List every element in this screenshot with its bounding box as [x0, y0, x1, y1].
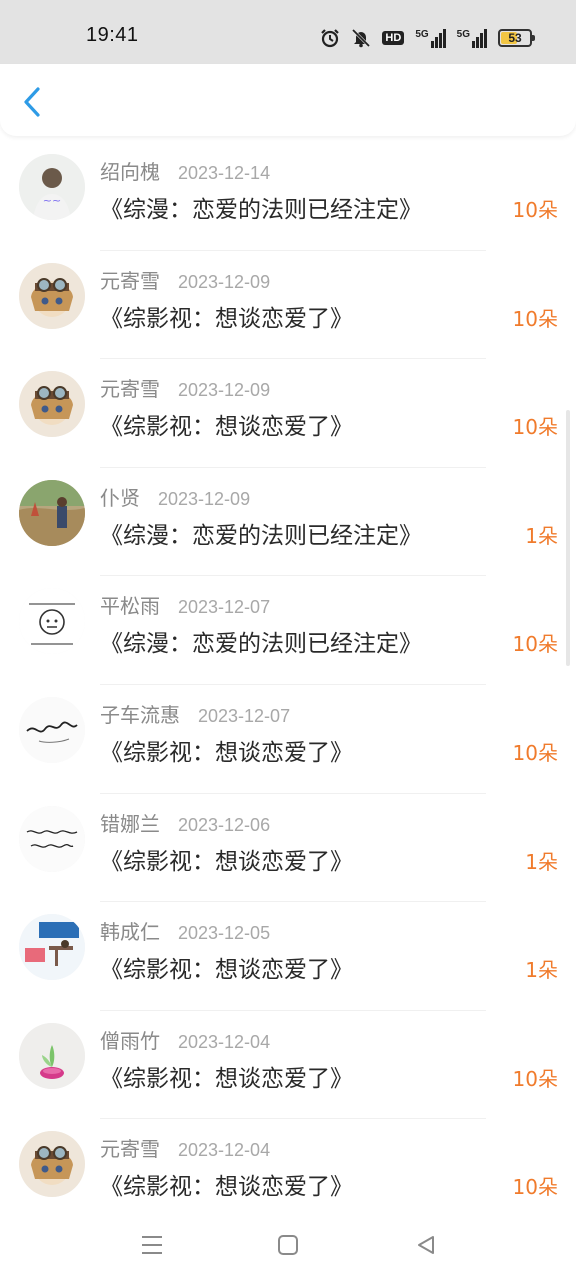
book-title[interactable]: 《综影视：想谈恋爱了》: [100, 1167, 353, 1201]
flower-count: 10朵: [512, 1175, 558, 1200]
chevron-left-icon: [24, 87, 40, 117]
book-title[interactable]: 《综漫：恋爱的法则已经注定》: [100, 190, 422, 224]
home-button[interactable]: [273, 1230, 303, 1260]
back-nav-button[interactable]: [411, 1230, 441, 1260]
status-time: 19:41: [86, 24, 139, 46]
list-item[interactable]: 仆贤 2023-12-09 《综漫：恋爱的法则已经注定》 1朵: [0, 468, 576, 577]
list-item[interactable]: 僧雨竹 2023-12-04 《综影视：想谈恋爱了》 10朵: [0, 1011, 576, 1120]
user-name[interactable]: 元寄雪: [100, 373, 160, 402]
avatar[interactable]: [19, 479, 85, 546]
avatar[interactable]: [19, 1131, 85, 1198]
item-meta: 平松雨 2023-12-07: [100, 590, 270, 619]
item-meta: 元寄雪 2023-12-09: [100, 265, 270, 294]
signal-icon-2: 5G: [457, 28, 487, 48]
book-title[interactable]: 《综影视：想谈恋爱了》: [100, 842, 353, 876]
user-name[interactable]: 平松雨: [100, 590, 160, 619]
flower-count: 1朵: [525, 523, 558, 548]
gift-date: 2023-12-05: [178, 923, 271, 944]
menu-icon: [142, 1236, 162, 1254]
flower-count: 10朵: [512, 198, 558, 222]
alarm-icon: [320, 28, 340, 48]
user-name[interactable]: 仆贤: [100, 482, 140, 511]
status-bar: 19:41 HD 5G 5G 53: [0, 0, 576, 64]
list-item[interactable]: 平松雨 2023-12-07 《综漫：恋爱的法则已经注定》 10朵: [0, 576, 576, 685]
list-item[interactable]: 韩成仁 2023-12-05 《综影视：想谈恋爱了》 1朵: [0, 902, 576, 1011]
book-title[interactable]: 《综影视：想谈恋爱了》: [100, 407, 353, 441]
avatar[interactable]: [19, 371, 85, 438]
hd-icon: HD: [382, 31, 405, 45]
list-item[interactable]: 错娜兰 2023-12-06 《综影视：想谈恋爱了》 1朵: [0, 794, 576, 903]
user-name[interactable]: 错娜兰: [100, 808, 160, 837]
item-meta: 子车流惠 2023-12-07: [100, 699, 290, 728]
gift-date: 2023-12-07: [198, 705, 291, 726]
item-meta: 僧雨竹 2023-12-04: [100, 1025, 270, 1054]
battery-level: 53: [508, 31, 522, 45]
gift-date: 2023-12-04: [178, 1031, 271, 1052]
home-square-icon: [278, 1235, 298, 1255]
item-meta: 绍向槐 2023-12-14: [100, 156, 270, 185]
avatar[interactable]: [19, 914, 85, 981]
gift-date: 2023-12-09: [178, 380, 271, 401]
avatar[interactable]: [19, 805, 85, 872]
avatar[interactable]: [19, 1022, 85, 1089]
back-button[interactable]: [18, 84, 46, 120]
item-meta: 韩成仁 2023-12-05: [100, 916, 270, 945]
user-name[interactable]: 元寄雪: [100, 265, 160, 294]
back-triangle-icon: [418, 1236, 434, 1254]
avatar[interactable]: [19, 696, 85, 763]
gift-record-list: ~~ 绍向槐 2023-12-14 《综漫：恋爱的法则已经注定》 10朵 元寄雪 2023-…: [0, 142, 576, 1228]
gift-date: 2023-12-04: [178, 1140, 271, 1161]
item-meta: 元寄雪 2023-12-04: [100, 1133, 270, 1162]
list-item[interactable]: 子车流惠 2023-12-07 《综影视：想谈恋爱了》 10朵: [0, 685, 576, 794]
avatar[interactable]: [19, 588, 85, 655]
flower-count: 10朵: [512, 1066, 558, 1091]
gift-date: 2023-12-06: [178, 814, 271, 835]
avatar[interactable]: ~~: [19, 154, 85, 220]
user-name[interactable]: 韩成仁: [100, 916, 160, 945]
user-name[interactable]: 僧雨竹: [100, 1025, 160, 1054]
flower-count: 1朵: [525, 849, 558, 874]
signal-icon: 5G: [415, 28, 446, 48]
flower-count: 1朵: [525, 958, 558, 983]
item-meta: 错娜兰 2023-12-06: [100, 808, 270, 837]
svg-text:~~: ~~: [43, 194, 61, 207]
book-title[interactable]: 《综影视：想谈恋爱了》: [100, 299, 353, 333]
book-title[interactable]: 《综漫：恋爱的法则已经注定》: [100, 624, 422, 658]
list-item[interactable]: ~~ 绍向槐 2023-12-14 《综漫：恋爱的法则已经注定》 10朵: [0, 142, 576, 251]
scrollbar[interactable]: [566, 410, 570, 666]
book-title[interactable]: 《综影视：想谈恋爱了》: [100, 950, 353, 984]
book-title[interactable]: 《综影视：想谈恋爱了》: [100, 733, 353, 767]
mute-icon: [351, 28, 371, 48]
header: [0, 64, 576, 136]
user-name[interactable]: 元寄雪: [100, 1133, 160, 1162]
navigation-bar: [0, 1210, 576, 1280]
status-icons: HD 5G 5G 53: [320, 26, 535, 50]
user-name[interactable]: 子车流惠: [100, 699, 180, 728]
list-item[interactable]: 元寄雪 2023-12-09 《综影视：想谈恋爱了》 10朵: [0, 251, 576, 360]
menu-button[interactable]: [137, 1230, 167, 1260]
gift-date: 2023-12-09: [178, 271, 271, 292]
gift-date: 2023-12-09: [158, 488, 251, 509]
book-title[interactable]: 《综影视：想谈恋爱了》: [100, 1059, 353, 1093]
avatar[interactable]: [19, 262, 85, 329]
gift-date: 2023-12-14: [178, 163, 271, 183]
flower-count: 10朵: [512, 306, 558, 331]
battery-icon: 53: [498, 29, 535, 47]
flower-count: 10朵: [512, 740, 558, 765]
flower-count: 10朵: [512, 415, 558, 440]
gift-date: 2023-12-07: [178, 597, 271, 618]
item-meta: 仆贤 2023-12-09: [100, 482, 250, 511]
list-item[interactable]: 元寄雪 2023-12-09 《综影视：想谈恋爱了》 10朵: [0, 359, 576, 468]
user-name[interactable]: 绍向槐: [100, 156, 160, 185]
item-meta: 元寄雪 2023-12-09: [100, 373, 270, 402]
book-title[interactable]: 《综漫：恋爱的法则已经注定》: [100, 516, 422, 550]
flower-count: 10朵: [512, 632, 558, 657]
